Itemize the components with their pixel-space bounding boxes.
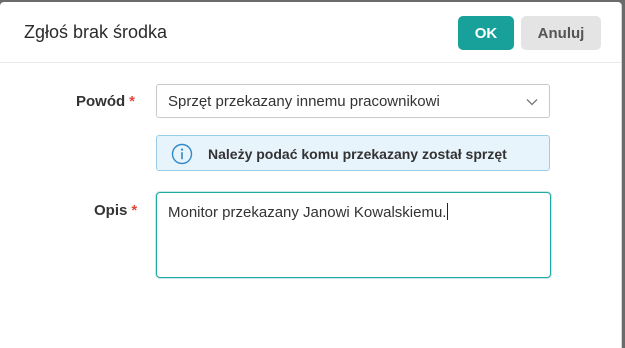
chevron-down-icon bbox=[526, 99, 538, 106]
text-caret bbox=[447, 203, 449, 220]
description-textarea[interactable]: Monitor przekazany Janowi Kowalskiemu. bbox=[156, 192, 551, 278]
cancel-button[interactable]: Anuluj bbox=[521, 16, 601, 50]
info-message: Należy podać komu przekazany został sprz… bbox=[208, 146, 507, 162]
reason-label-text: Powód bbox=[76, 93, 126, 110]
reason-select[interactable]: Sprzęt przekazany innemu pracownikowi bbox=[156, 84, 550, 118]
info-icon bbox=[171, 143, 193, 165]
dialog-header: Zgłoś brak środka OK Anuluj bbox=[0, 2, 621, 63]
required-mark: * bbox=[131, 202, 138, 219]
reason-label: Powód * bbox=[76, 93, 135, 110]
info-banner: Należy podać komu przekazany został sprz… bbox=[156, 135, 550, 171]
dialog-title: Zgłoś brak środka bbox=[24, 22, 168, 42]
description-label-text: Opis bbox=[94, 202, 128, 219]
reason-select-value: Sprzęt przekazany innemu pracownikowi bbox=[168, 93, 440, 110]
ok-button[interactable]: OK bbox=[458, 16, 514, 50]
description-value: Monitor przekazany Janowi Kowalskiemu. bbox=[168, 203, 449, 221]
required-mark: * bbox=[129, 93, 136, 110]
description-text: Monitor przekazany Janowi Kowalskiemu. bbox=[168, 204, 447, 221]
report-missing-dialog: Zgłoś brak środka OK Anuluj Powód * Sprzę… bbox=[0, 2, 622, 348]
description-label: Opis * bbox=[94, 202, 137, 219]
